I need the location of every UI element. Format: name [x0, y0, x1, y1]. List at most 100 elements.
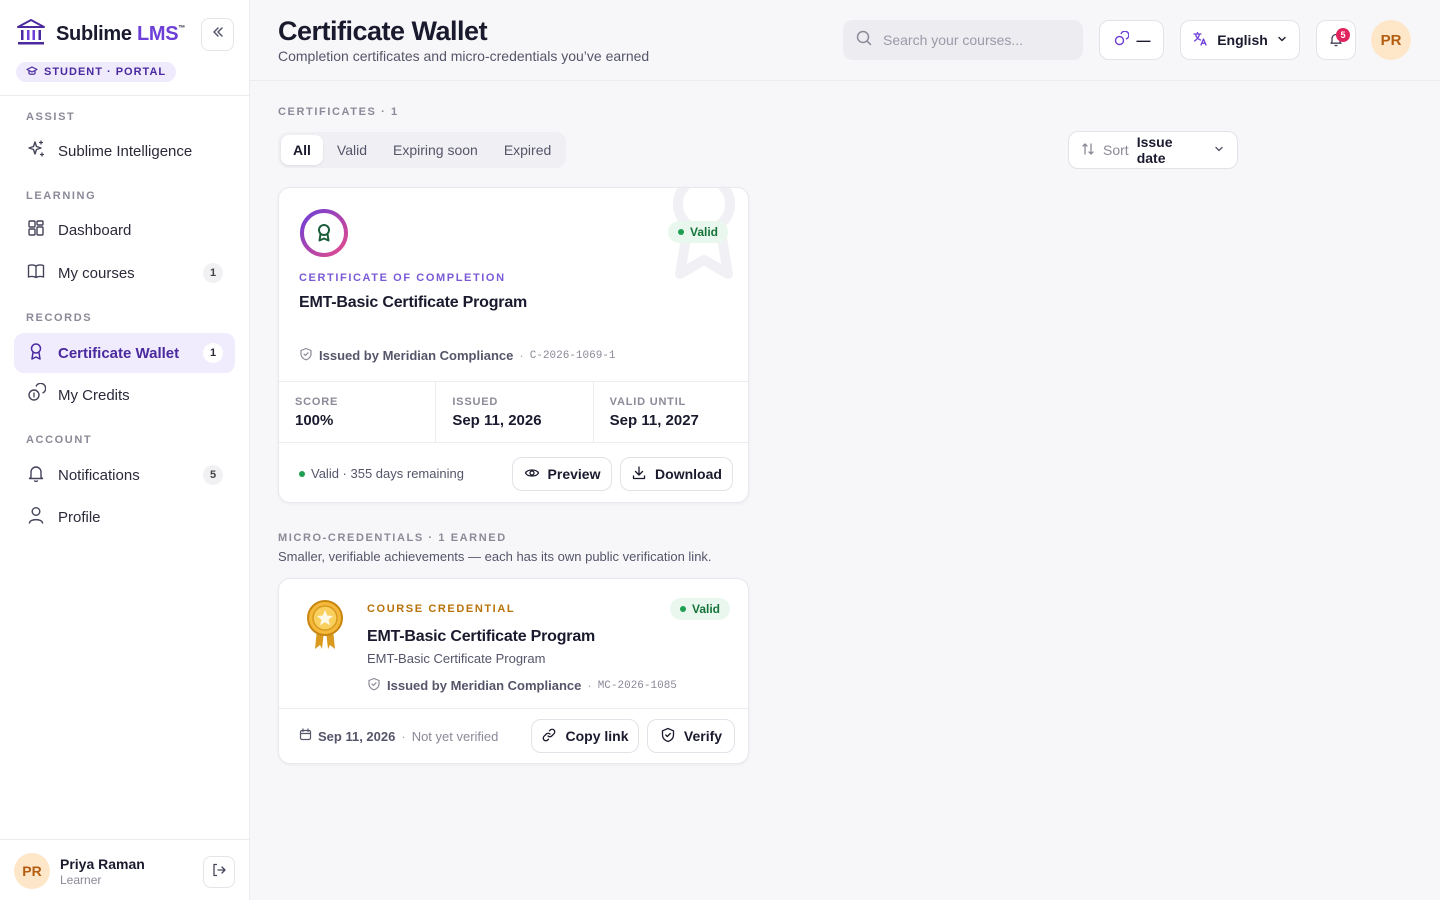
issuer-prefix: Issued by	[319, 348, 379, 363]
sidebar-divider	[0, 95, 249, 96]
stat-valid-until: Valid until Sep 11, 2027	[594, 382, 748, 442]
credential-date: Sep 11, 2026	[318, 728, 396, 744]
validity-text: Valid · 355 days remaining	[311, 466, 464, 481]
brand-name: Sublime LMS™	[56, 23, 185, 45]
credits-value: —	[1136, 32, 1151, 48]
sidebar-item-label: My Credits	[58, 386, 130, 404]
coins-icon	[26, 382, 47, 407]
sort-value: Issue date	[1136, 134, 1173, 166]
eye-icon	[524, 465, 540, 484]
credential-meta: Sep 11, 2026 · Not yet verified	[299, 728, 498, 744]
page-title: Certificate Wallet	[278, 16, 488, 46]
download-icon	[631, 465, 647, 484]
link-icon	[541, 727, 557, 746]
issuer-prefix: Issued by	[387, 678, 447, 693]
sidebar-item-label: Certificate Wallet	[58, 344, 180, 362]
logout-button[interactable]	[203, 856, 235, 888]
download-button[interactable]: Download	[620, 457, 733, 491]
count-badge: 5	[203, 465, 223, 485]
status-badge: Valid	[670, 598, 731, 620]
copy-link-button[interactable]: Copy link	[531, 719, 639, 753]
section-label-account: ACCOUNT	[26, 434, 93, 446]
sort-label: Sort	[1103, 142, 1129, 158]
verification-status: Not yet verified	[411, 728, 499, 744]
section-label-assist: ASSIST	[26, 111, 76, 123]
certificates-section-label: CERTIFICATES · 1	[278, 106, 399, 118]
calendar-icon	[299, 728, 312, 744]
count-badge: 1	[203, 263, 223, 283]
credential-type: COURSE CREDENTIAL	[367, 603, 516, 615]
stat-value: 100%	[295, 412, 334, 429]
sidebar-item-label: Dashboard	[58, 221, 132, 239]
micro-credentials-section-label: MICRO-CREDENTIALS · 1 EARNED	[278, 532, 507, 544]
stat-score: Score 100%	[279, 382, 437, 442]
portal-badge: STUDENT · PORTAL	[16, 62, 177, 82]
sidebar-item-my-credits[interactable]: My Credits	[14, 375, 235, 415]
sidebar-item-label: Sublime Intelligence	[58, 142, 193, 160]
user-name: Priya Raman	[60, 856, 145, 872]
brand-logo[interactable]: Sublime LMS™	[16, 18, 185, 51]
tab-all[interactable]: All	[281, 135, 323, 165]
sidebar-item-notifications[interactable]: Notifications 5	[14, 455, 235, 495]
card-divider	[279, 708, 748, 709]
sidebar-item-label: My courses	[58, 264, 135, 282]
grid-icon	[26, 218, 46, 242]
issuer-name: Meridian Compliance	[382, 348, 514, 363]
language-label: English	[1217, 32, 1268, 48]
micro-credentials-description: Smaller, verifiable achievements — each …	[278, 549, 712, 564]
stat-value: Sep 11, 2027	[609, 412, 699, 429]
sort-icon	[1081, 142, 1095, 159]
sidebar: Sublime LMS™ STUDENT · PORTAL ASSIST Sub…	[0, 0, 250, 900]
chevron-down-icon	[1276, 32, 1288, 48]
sidebar-item-my-courses[interactable]: My courses 1	[14, 253, 235, 293]
status-dot	[299, 470, 305, 477]
filter-tabs: All Valid Expiring soon Expired	[278, 132, 567, 168]
search-icon	[855, 29, 873, 52]
stat-label: Score	[295, 396, 339, 408]
shield-check-icon	[299, 347, 313, 364]
tab-expired[interactable]: Expired	[492, 135, 563, 165]
sidebar-item-label: Profile	[58, 508, 101, 526]
credential-title: EMT-Basic Certificate Program	[367, 628, 596, 645]
user-footer: PR Priya Raman Learner	[0, 839, 249, 900]
language-select[interactable]: English	[1180, 20, 1300, 60]
avatar[interactable]: PR	[14, 853, 50, 889]
translate-icon	[1192, 30, 1209, 50]
medal-icon	[303, 599, 347, 656]
top-header: Certificate Wallet Completion certificat…	[250, 0, 1440, 81]
sidebar-item-certificate-wallet[interactable]: Certificate Wallet 1	[14, 333, 235, 373]
avatar[interactable]: PR	[1371, 20, 1411, 60]
log-out-icon	[211, 862, 227, 883]
sort-select[interactable]: Sort Issue date	[1068, 131, 1238, 169]
user-icon	[26, 505, 46, 529]
award-icon	[26, 341, 46, 365]
section-label-learning: LEARNING	[26, 190, 97, 202]
collapse-sidebar-button[interactable]	[201, 18, 234, 51]
credential-code: MC-2026-1085	[597, 679, 677, 692]
issuer-line: Issued by Meridian Compliance · C-2026-1…	[299, 347, 616, 364]
sidebar-item-dashboard[interactable]: Dashboard	[14, 210, 235, 250]
page-subtitle: Completion certificates and micro-creden…	[278, 48, 650, 64]
bell-icon	[26, 463, 46, 487]
search-input[interactable]	[883, 32, 1063, 48]
preview-label: Preview	[547, 466, 601, 482]
user-role: Learner	[60, 873, 102, 887]
sparkles-icon	[26, 139, 46, 163]
notifications-button[interactable]: 5	[1316, 20, 1356, 60]
tab-valid[interactable]: Valid	[325, 135, 379, 165]
coins-icon	[1113, 29, 1130, 50]
credits-button[interactable]: —	[1099, 20, 1164, 60]
certificate-badge-icon	[299, 208, 349, 263]
stat-value: Sep 11, 2026	[452, 412, 542, 429]
preview-button[interactable]: Preview	[512, 457, 612, 491]
search-box[interactable]	[843, 20, 1083, 60]
certificate-card: Valid CERTIFICATE OF COMPLETION EMT-Basi…	[278, 187, 749, 503]
verify-button[interactable]: Verify	[647, 719, 735, 753]
tab-expiring-soon[interactable]: Expiring soon	[381, 135, 490, 165]
shield-check-icon	[367, 677, 381, 694]
sidebar-item-profile[interactable]: Profile	[14, 497, 235, 537]
certificate-type: CERTIFICATE OF COMPLETION	[299, 272, 506, 284]
book-icon	[26, 261, 46, 285]
certificate-code: C-2026-1069-1	[529, 349, 616, 362]
sidebar-item-sublime-intelligence[interactable]: Sublime Intelligence	[14, 131, 235, 171]
